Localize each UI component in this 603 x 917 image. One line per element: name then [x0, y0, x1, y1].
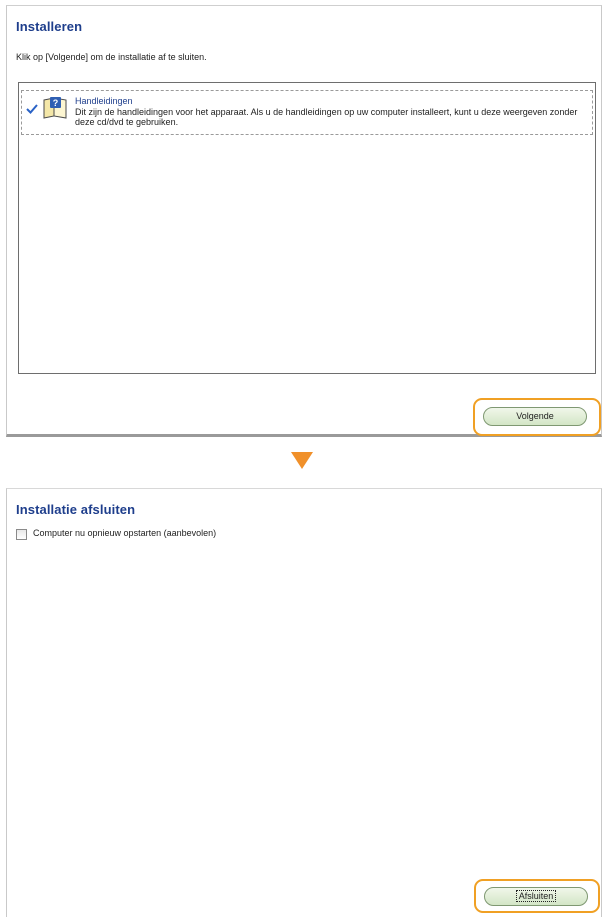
finish-dialog: Installatie afsluiten Computer nu opnieu…: [6, 488, 602, 917]
item-description: Dit zijn de handleidingen voor het appar…: [75, 107, 578, 127]
finish-button[interactable]: Afsluiten: [484, 887, 588, 906]
restart-checkbox-label[interactable]: Computer nu opnieuw opstarten (aanbevole…: [33, 528, 216, 538]
next-button[interactable]: Volgende: [483, 407, 587, 426]
restart-checkbox[interactable]: [16, 529, 27, 540]
checkmark-icon[interactable]: [26, 103, 38, 115]
item-title: Handleidingen: [75, 96, 133, 106]
finish-button-highlight: Afsluiten: [474, 879, 600, 913]
next-button-highlight: Volgende: [473, 398, 601, 436]
finish-button-label: Afsluiten: [515, 890, 557, 902]
arrow-down-icon: [291, 452, 313, 469]
install-dialog: Installeren Klik op [Volgende] om de ins…: [6, 5, 602, 437]
manual-icon: ?: [43, 97, 67, 119]
instruction-text: Klik op [Volgende] om de installatie af …: [16, 52, 207, 62]
page-title: Installatie afsluiten: [16, 502, 136, 517]
component-list[interactable]: ? Handleidingen Dit zijn de handleidinge…: [18, 82, 596, 374]
page-title: Installeren: [16, 19, 83, 34]
svg-text:?: ?: [53, 98, 59, 108]
list-item-handleidingen[interactable]: ? Handleidingen Dit zijn de handleidinge…: [21, 90, 593, 135]
